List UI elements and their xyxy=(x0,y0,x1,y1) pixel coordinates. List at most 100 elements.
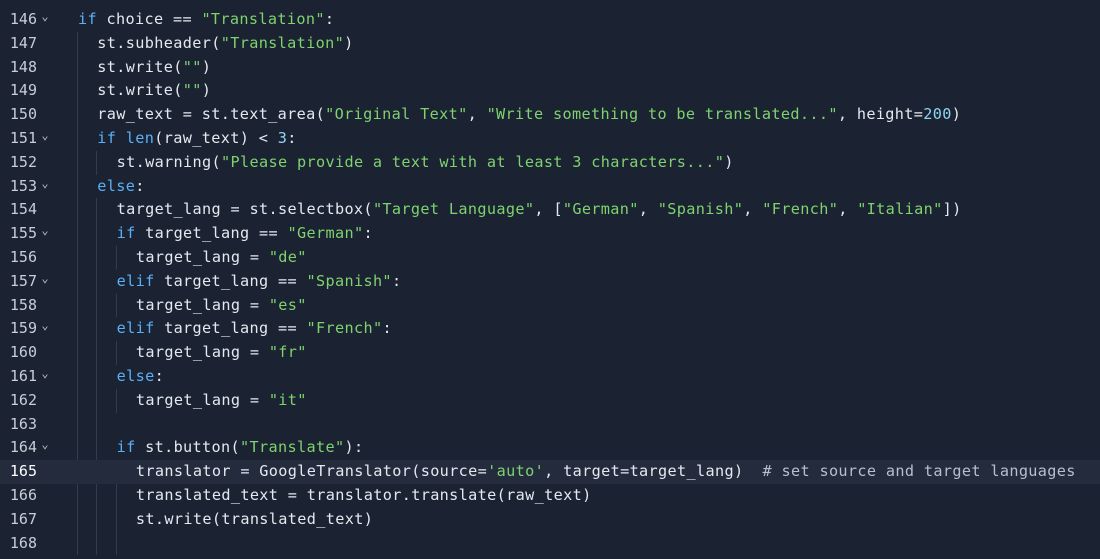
line-number: 151 xyxy=(9,129,37,147)
code-token: : xyxy=(287,129,297,147)
code-token: "de" xyxy=(268,248,307,266)
code-line[interactable]: 154 target_lang = st.selectbox("Target La… xyxy=(0,198,1100,222)
code-line[interactable]: 164 ⌄ if st.button("Translate"): xyxy=(0,436,1100,460)
code-text: if target_lang == "German": xyxy=(117,222,373,246)
code-line[interactable]: 158 target_lang = "es" xyxy=(0,294,1100,318)
code-line[interactable]: 152 st.warning("Please provide a text wit… xyxy=(0,151,1100,175)
code-token: ) xyxy=(724,152,734,171)
line-number: 152 xyxy=(9,152,37,171)
code-line-partial: 145 xyxy=(0,0,1100,8)
code-text: else: xyxy=(97,175,144,199)
fold-chevron-icon[interactable]: ⌄ xyxy=(39,5,51,29)
line-number: 161 xyxy=(9,367,37,385)
code-token: st.write(translated_text) xyxy=(135,509,374,528)
code-line[interactable]: 146 ⌄ if choice == "Translation": xyxy=(0,8,1100,32)
line-number: 167 xyxy=(9,509,37,528)
code-token: ) xyxy=(201,81,212,100)
code-token: "Spanish" xyxy=(657,200,744,219)
code-line[interactable]: 165 translator = GoogleTranslator(source=… xyxy=(0,460,1100,484)
code-line[interactable]: 153 ⌄ else: xyxy=(0,175,1100,199)
code-line[interactable]: 150 raw_text = st.text_area("Original Tex… xyxy=(0,103,1100,127)
code-token: if xyxy=(97,129,117,147)
code-text: target_lang = st.selectbox("Target Langu… xyxy=(117,198,962,222)
code-token: target_lang = xyxy=(135,343,269,362)
code-line[interactable]: 163 xyxy=(0,413,1100,437)
code-token: "Spanish" xyxy=(306,271,392,290)
code-line[interactable]: 166 translated_text = translator.translat… xyxy=(0,484,1100,508)
fold-chevron-icon[interactable]: ⌄ xyxy=(39,219,51,243)
code-token: if xyxy=(116,438,136,457)
code-token: (raw_text) < xyxy=(154,129,278,147)
code-token: "French" xyxy=(306,319,383,338)
code-token: "it" xyxy=(268,390,307,409)
code-token: st.warning( xyxy=(116,152,222,171)
code-token: , xyxy=(837,105,857,124)
line-number: 160 xyxy=(9,343,37,362)
code-line[interactable]: 156 target_lang = "de" xyxy=(0,246,1100,270)
code-line[interactable]: 157 ⌄ elif target_lang == "Spanish": xyxy=(0,270,1100,294)
code-line[interactable]: 162 target_lang = "it" xyxy=(0,389,1100,413)
code-text: translator = GoogleTranslator(source='au… xyxy=(136,460,1076,484)
code-token: "fr" xyxy=(268,343,307,362)
code-token: 'auto' xyxy=(487,462,545,481)
code-token: , target=target_lang) xyxy=(544,462,763,481)
line-number: 150 xyxy=(9,105,37,124)
code-token: "German" xyxy=(562,200,639,219)
code-text: target_lang = "de" xyxy=(136,246,307,270)
code-line[interactable]: 159 ⌄ elif target_lang == "French": xyxy=(0,317,1100,341)
code-token: translator = GoogleTranslator(source= xyxy=(135,462,488,481)
code-line[interactable]: 149 st.write("") xyxy=(0,79,1100,103)
line-number: 155 xyxy=(9,224,37,243)
code-token: "" xyxy=(182,57,202,76)
code-token: target_lang = xyxy=(135,390,269,409)
fold-chevron-icon[interactable]: ⌄ xyxy=(39,362,51,386)
code-token: : xyxy=(382,319,392,338)
code-line[interactable]: 161 ⌄ else: xyxy=(0,365,1100,389)
line-number: 145 xyxy=(0,0,37,8)
line-number: 148 xyxy=(9,57,37,76)
code-text: raw_text = st.text_area("Original Text",… xyxy=(97,103,961,127)
line-number: 157 xyxy=(9,271,37,290)
code-line[interactable]: 160 target_lang = "fr" xyxy=(0,341,1100,365)
code-token: ) xyxy=(201,57,212,76)
code-token: : xyxy=(363,224,373,243)
code-text: target_lang = "fr" xyxy=(136,341,307,365)
code-line[interactable]: 155 ⌄ if target_lang == "German": xyxy=(0,222,1100,246)
code-token: translated_text = translator.translate(r… xyxy=(135,486,592,504)
code-token: raw_text = st.text_area( xyxy=(97,105,326,124)
fold-chevron-icon[interactable]: ⌄ xyxy=(39,124,51,148)
line-number: 158 xyxy=(9,295,37,314)
code-token: elif xyxy=(116,319,155,338)
fold-chevron-icon[interactable]: ⌄ xyxy=(39,267,51,291)
code-line[interactable]: 167 st.write(translated_text) xyxy=(0,508,1100,532)
code-token: "Write something to be translated..." xyxy=(486,105,838,124)
code-token: if xyxy=(116,224,136,243)
line-number: 162 xyxy=(9,390,37,409)
code-text: elif target_lang == "Spanish": xyxy=(117,270,402,294)
code-token: "German" xyxy=(287,224,364,243)
line-number: 149 xyxy=(9,81,37,100)
code-token: "Translate" xyxy=(240,438,345,457)
code-text: target_lang = "es" xyxy=(136,294,307,318)
code-line[interactable]: 151 ⌄ if len(raw_text) < 3: xyxy=(0,127,1100,151)
code-token: choice == xyxy=(97,10,202,28)
code-token: # set source and target languages xyxy=(762,462,1076,481)
code-token: "French" xyxy=(762,200,839,219)
line-number: 165 xyxy=(9,462,37,481)
code-token: : xyxy=(154,367,165,385)
code-token: st.button( xyxy=(135,438,241,457)
fold-chevron-icon[interactable]: ⌄ xyxy=(39,314,51,338)
code-editor[interactable]: 145146⌄if choice == "Translation":147st.… xyxy=(0,0,1100,559)
code-token: , xyxy=(743,200,763,219)
line-number: 147 xyxy=(9,33,37,52)
code-line[interactable]: 148 st.write("") xyxy=(0,56,1100,80)
code-text: translated_text = translator.translate(r… xyxy=(136,484,592,508)
code-text: target_lang = "it" xyxy=(136,389,307,413)
fold-chevron-icon[interactable]: ⌄ xyxy=(39,172,51,196)
fold-chevron-icon[interactable]: ⌄ xyxy=(39,433,51,457)
code-token: target_lang == xyxy=(154,271,307,290)
code-line[interactable]: 147 st.subheader("Translation") xyxy=(0,32,1100,56)
code-line[interactable]: 168 xyxy=(0,532,1100,556)
code-token: ]) xyxy=(942,200,962,219)
line-number: 166 xyxy=(9,486,37,504)
